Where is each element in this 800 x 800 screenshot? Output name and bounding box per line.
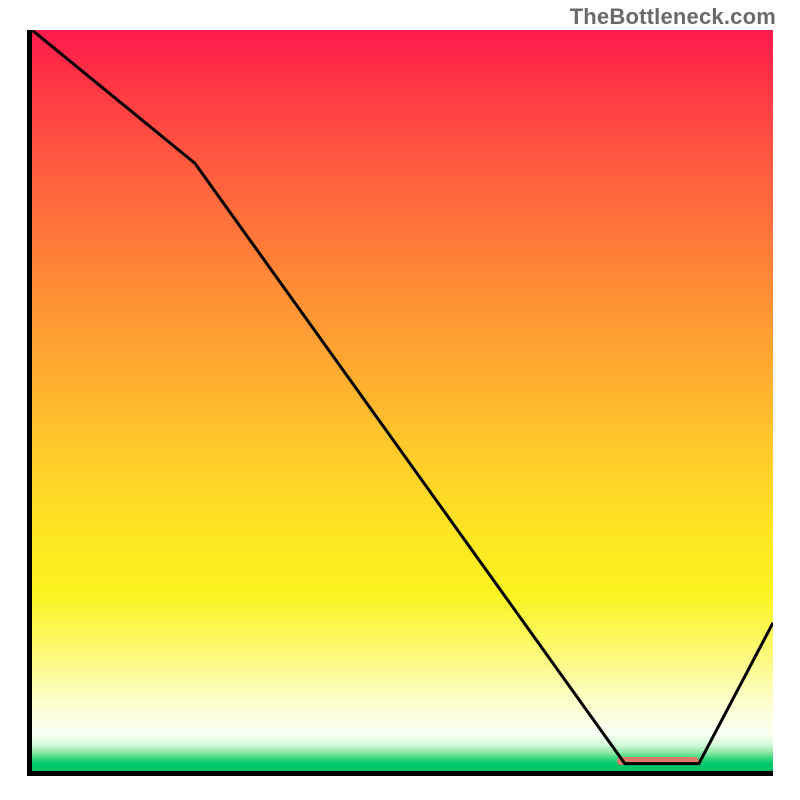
chart-plot-area xyxy=(27,30,773,776)
chart-background-gradient xyxy=(32,30,773,771)
attribution-text: TheBottleneck.com xyxy=(570,4,776,30)
minimum-range-marker xyxy=(617,757,699,765)
